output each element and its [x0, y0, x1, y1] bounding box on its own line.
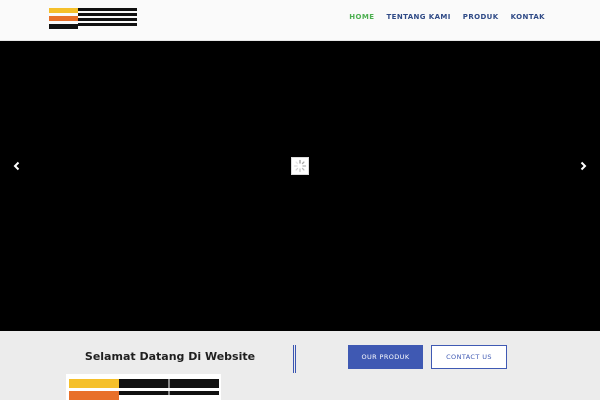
hero-slider	[0, 41, 600, 331]
chevron-left-icon	[13, 161, 20, 171]
slider-prev-button[interactable]	[10, 158, 24, 172]
chevron-right-icon	[580, 161, 587, 171]
slider-loader	[291, 157, 309, 175]
site-header: HOME TENTANG KAMI PRODUK KONTAK	[0, 0, 600, 41]
slider-next-button[interactable]	[576, 158, 590, 172]
spinner-icon	[293, 159, 307, 173]
section-divider	[293, 345, 296, 373]
main-nav: HOME TENTANG KAMI PRODUK KONTAK	[349, 13, 545, 21]
our-produk-button[interactable]: OUR PRODUK	[348, 345, 423, 369]
logo-stripes-icon	[69, 379, 219, 400]
contact-us-button[interactable]: CONTACT US	[431, 345, 507, 369]
nav-item-produk[interactable]: PRODUK	[463, 13, 499, 21]
site-logo[interactable]	[49, 8, 137, 29]
welcome-section: Selamat Datang Di Website OUR PRODUK CON…	[0, 331, 600, 400]
nav-item-tentang-kami[interactable]: TENTANG KAMI	[386, 13, 450, 21]
page: HOME TENTANG KAMI PRODUK KONTAK Selamat …	[0, 0, 600, 400]
welcome-title: Selamat Datang Di Website	[84, 350, 256, 363]
nav-item-home[interactable]: HOME	[349, 13, 374, 21]
logo-stripes-icon	[49, 8, 137, 29]
nav-item-kontak[interactable]: KONTAK	[511, 13, 545, 21]
welcome-logo	[66, 374, 221, 400]
